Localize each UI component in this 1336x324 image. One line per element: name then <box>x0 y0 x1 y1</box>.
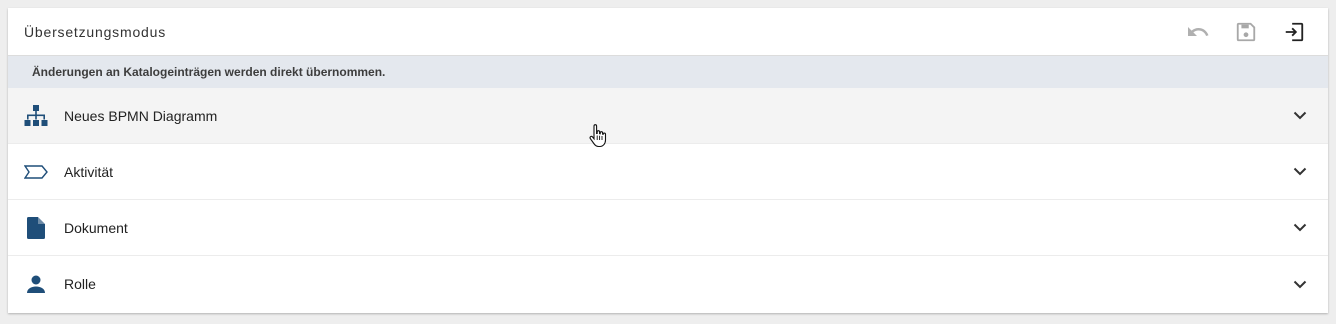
header-toolbar <box>1174 12 1318 52</box>
list-item-label: Rolle <box>64 276 96 292</box>
hierarchy-icon <box>23 104 49 127</box>
chevron-down-icon[interactable] <box>1288 272 1312 296</box>
save-icon <box>1235 21 1257 43</box>
exit-icon <box>1283 21 1305 43</box>
panel-header: Übersetzungsmodus <box>8 8 1328 56</box>
chevron-down-icon[interactable] <box>1288 160 1312 184</box>
person-icon <box>23 275 49 293</box>
page-title: Übersetzungsmodus <box>24 23 166 40</box>
info-bar: Änderungen an Katalogeinträgen werden di… <box>8 56 1328 88</box>
list-item-document[interactable]: Dokument <box>8 200 1328 256</box>
chevron-down-icon[interactable] <box>1288 104 1312 128</box>
save-button[interactable] <box>1222 12 1270 52</box>
list-item-label: Neues BPMN Diagramm <box>64 107 218 124</box>
chevron-down-icon[interactable] <box>1288 216 1312 240</box>
list-item-bpmn-diagram[interactable]: Neues BPMN Diagramm <box>8 88 1328 144</box>
undo-button[interactable] <box>1174 12 1222 52</box>
document-icon <box>23 216 49 239</box>
list-item-activity[interactable]: Aktivität <box>8 144 1328 200</box>
list-item-role[interactable]: Rolle <box>8 256 1328 312</box>
list-item-label: Dokument <box>64 219 128 236</box>
info-text: Änderungen an Katalogeinträgen werden di… <box>32 65 386 79</box>
exit-button[interactable] <box>1270 12 1318 52</box>
list-item-label: Aktivität <box>64 163 114 180</box>
translation-panel: Übersetzungsmodus Änderungen an Kataloge… <box>8 8 1328 313</box>
activity-shape-icon <box>23 164 49 179</box>
undo-icon <box>1186 20 1210 44</box>
catalog-list: Neues BPMN Diagramm Aktivität Dokument R… <box>8 88 1328 312</box>
